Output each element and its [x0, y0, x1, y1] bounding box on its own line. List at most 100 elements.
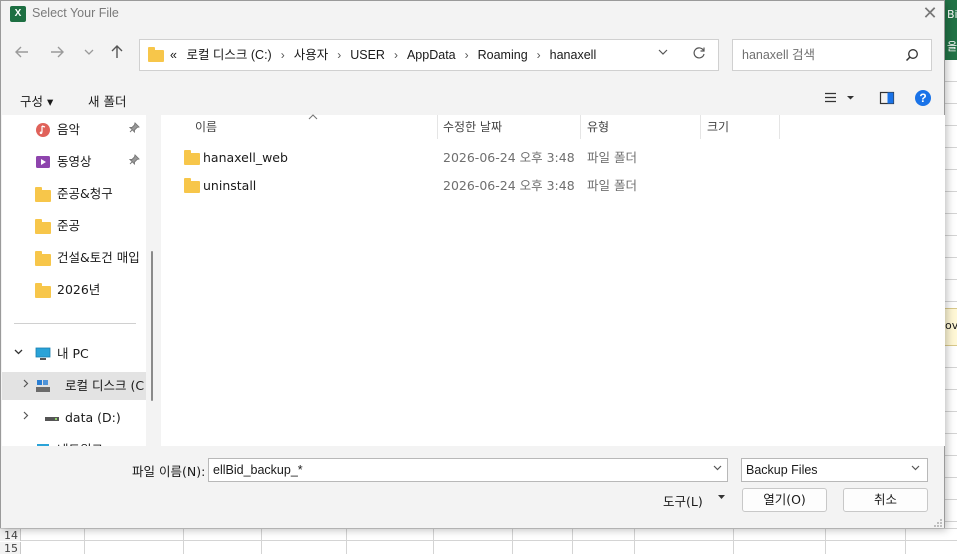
column-separator[interactable]: [580, 115, 581, 139]
nav-item-folder[interactable]: 준공&청구: [2, 180, 146, 208]
chevron-down-icon: [658, 49, 668, 55]
close-button[interactable]: ✕: [917, 3, 943, 25]
filename-label: 파일 이름(N):: [132, 464, 206, 479]
nav-item-local-disk[interactable]: 로컬 디스크 (C: [2, 372, 146, 400]
column-header-size[interactable]: 크기: [707, 115, 729, 139]
nav-item-label: 로컬 디스크 (C: [65, 378, 145, 393]
breadcrumb-separator-icon[interactable]: ›: [281, 48, 285, 62]
nav-item-folder[interactable]: 2026년: [2, 276, 146, 304]
pin-icon: [128, 148, 140, 176]
chevron-down-icon[interactable]: [13, 340, 24, 368]
file-date: 2026-06-24 오후 3:48: [443, 150, 575, 165]
excel-grid-bottom: [0, 528, 957, 555]
column-header-name[interactable]: 이름: [195, 115, 217, 139]
breadcrumb-item[interactable]: Roaming: [478, 48, 528, 62]
chevron-right-icon[interactable]: [20, 372, 31, 400]
breadcrumb-item[interactable]: USER: [350, 48, 385, 62]
nav-item-label: 동영상: [57, 154, 92, 169]
chevron-right-icon[interactable]: [20, 404, 31, 432]
drive-icon: [45, 417, 59, 421]
breadcrumb-item[interactable]: hanaxell: [550, 48, 597, 62]
refresh-button[interactable]: [690, 46, 708, 64]
recent-locations-button[interactable]: [79, 43, 99, 67]
nav-item-label: 건설&토건 매입: [57, 250, 140, 265]
tools-dropdown-icon[interactable]: [717, 493, 726, 503]
help-button[interactable]: ?: [914, 89, 932, 111]
excel-cell-text: ov: [945, 319, 957, 332]
file-name: uninstall: [203, 178, 257, 193]
nav-divider: [14, 323, 136, 324]
column-separator[interactable]: [437, 115, 438, 139]
tools-menu-button[interactable]: 도구(L): [663, 491, 703, 510]
file-row[interactable]: hanaxell_web 2026-06-24 오후 3:48 파일 폴더: [161, 144, 945, 172]
excel-col-line: [733, 528, 734, 554]
view-options-button[interactable]: [824, 90, 856, 110]
ribbon-text-top: Bi: [947, 8, 957, 21]
column-separator[interactable]: [779, 115, 780, 139]
computer-icon: [35, 347, 51, 360]
back-button[interactable]: [12, 43, 32, 67]
filename-dropdown-button[interactable]: [712, 462, 723, 476]
folder-icon: [35, 219, 51, 234]
resize-grip-icon[interactable]: [933, 518, 943, 528]
breadcrumb-separator-icon[interactable]: ›: [465, 48, 469, 62]
cancel-button[interactable]: 취소: [843, 488, 928, 512]
nav-item-network[interactable]: 네트워크: [2, 436, 146, 446]
file-type: 파일 폴더: [587, 150, 637, 165]
nav-item-data-drive[interactable]: data (D:): [2, 404, 146, 432]
nav-item-label: 음악: [57, 122, 81, 137]
row-number: 15: [0, 542, 21, 555]
excel-col-line: [84, 528, 85, 554]
nav-item-folder[interactable]: 준공: [2, 212, 146, 240]
folder-icon: [35, 251, 51, 266]
column-header-date[interactable]: 수정한 날짜: [443, 115, 502, 139]
forward-button[interactable]: [47, 43, 67, 67]
address-history-button[interactable]: [654, 46, 672, 64]
excel-col-line: [905, 528, 906, 554]
excel-row-line: [0, 540, 957, 541]
video-icon: [36, 156, 50, 168]
address-bar[interactable]: « 로컬 디스크 (C:) › 사용자 › USER › AppData › Roaming › h…: [139, 39, 719, 71]
file-name: hanaxell_web: [203, 150, 288, 165]
breadcrumb-separator-icon[interactable]: ›: [537, 48, 541, 62]
breadcrumb-item[interactable]: 사용자: [294, 48, 329, 62]
filetype-dropdown-button[interactable]: [910, 462, 921, 476]
nav-item-folder[interactable]: 건설&토건 매입: [2, 244, 146, 272]
folder-icon: [148, 47, 164, 62]
breadcrumb-item[interactable]: AppData: [407, 48, 456, 62]
preview-pane-icon: [879, 91, 895, 105]
breadcrumb-item[interactable]: 로컬 디스크 (C:): [186, 48, 271, 62]
file-date: 2026-06-24 오후 3:48: [443, 178, 575, 193]
up-button[interactable]: [107, 43, 127, 67]
list-view-icon: [825, 92, 854, 103]
refresh-icon: [693, 47, 705, 59]
nav-item-videos[interactable]: 동영상: [2, 148, 146, 176]
dialog-footer: 파일 이름(N): ellBid_backup_* Backup Files 도…: [1, 446, 944, 528]
nav-scrollbar-thumb[interactable]: [151, 251, 153, 401]
filetype-select[interactable]: Backup Files: [741, 458, 928, 482]
search-input[interactable]: hanaxell 검색: [732, 39, 932, 71]
navigation-pane: 음악 동영상 준공&청구 준공 건설&토건 매입 2026년 내 PC 로컬 디…: [2, 115, 146, 446]
title-bar: X Select Your File ✕: [1, 1, 944, 27]
organize-menu-button[interactable]: 구성 ▾: [20, 91, 53, 110]
excel-col-line: [512, 528, 513, 554]
breadcrumb-overflow[interactable]: «: [170, 48, 177, 62]
nav-item-this-pc[interactable]: 내 PC: [2, 340, 146, 368]
file-type: 파일 폴더: [587, 178, 637, 193]
column-separator[interactable]: [700, 115, 701, 139]
nav-item-label: data (D:): [65, 410, 121, 425]
file-row[interactable]: uninstall 2026-06-24 오후 3:48 파일 폴더: [161, 172, 945, 200]
ribbon-text-bottom: 을: [947, 40, 957, 53]
open-button[interactable]: 열기(O): [742, 488, 827, 512]
filename-value: ellBid_backup_*: [213, 463, 303, 477]
preview-pane-button[interactable]: [879, 90, 895, 110]
folder-icon: [35, 283, 51, 298]
breadcrumb-separator-icon[interactable]: ›: [337, 48, 341, 62]
nav-item-music[interactable]: 음악: [2, 116, 146, 144]
sort-ascending-icon: [308, 113, 318, 124]
breadcrumb-separator-icon[interactable]: ›: [394, 48, 398, 62]
filetype-value: Backup Files: [746, 463, 818, 477]
new-folder-button[interactable]: 새 폴더: [88, 91, 126, 110]
column-header-type[interactable]: 유형: [587, 115, 609, 139]
filename-input[interactable]: ellBid_backup_*: [208, 458, 728, 482]
